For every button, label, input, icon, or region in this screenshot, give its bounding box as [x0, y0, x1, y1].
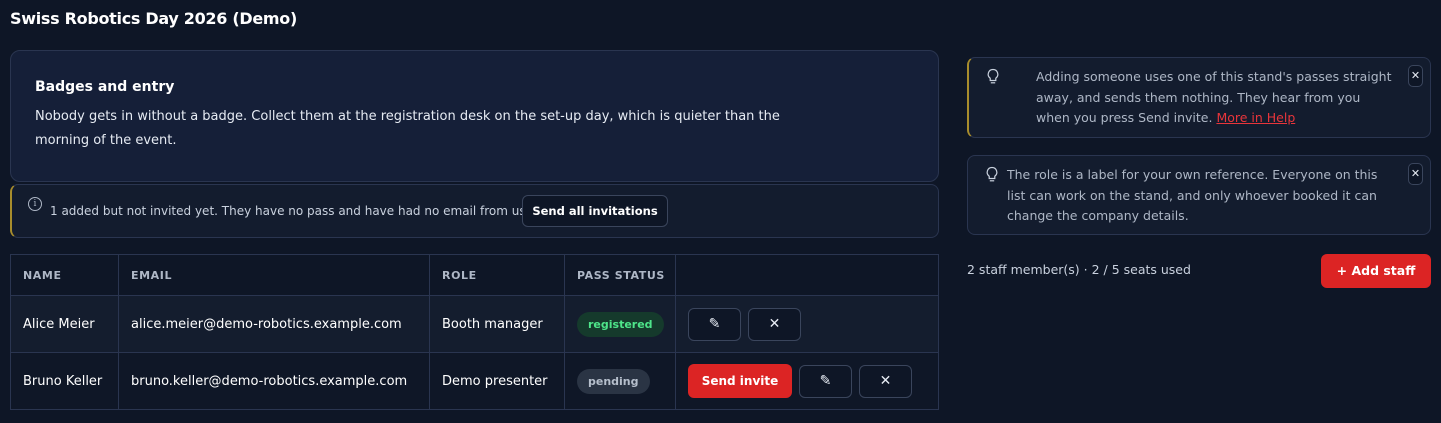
column-header-email: EMAIL [118, 254, 430, 296]
dismiss-tip-button[interactable]: ✕ [1408, 65, 1423, 87]
table-row: Alice Meier alice.meier@demo-robotics.ex… [10, 295, 939, 353]
table-row: Bruno Keller bruno.keller@demo-robotics.… [10, 352, 939, 410]
close-icon: ✕ [879, 372, 892, 389]
tip-text-body: Adding someone uses one of this stand's … [1036, 69, 1392, 125]
page-title: Swiss Robotics Day 2026 (Demo) [10, 9, 297, 28]
remove-button[interactable]: ✕ [748, 307, 801, 341]
staff-role: Booth manager [429, 295, 565, 353]
close-icon: ✕ [768, 315, 781, 332]
pass-status-cell: pending [564, 352, 676, 410]
add-staff-button[interactable]: + Add staff [1321, 254, 1431, 288]
badges-info-card: Badges and entry Nobody gets in without … [10, 50, 939, 182]
seats-summary: 2 staff member(s) · 2 / 5 seats used [967, 262, 1191, 277]
dismiss-tip-button[interactable]: ✕ [1408, 163, 1423, 185]
staff-email: bruno.keller@demo-robotics.example.com [118, 352, 430, 410]
column-header-name: NAME [10, 254, 119, 296]
tip-roles: The role is a label for your own referen… [967, 155, 1431, 235]
column-header-pass-status: PASS STATUS [564, 254, 676, 296]
pencil-icon: ✎ [708, 315, 721, 332]
staff-table: NAME EMAIL ROLE PASS STATUS Alice Meier … [10, 254, 939, 410]
send-invite-button[interactable]: Send invite [688, 364, 792, 398]
pass-status-cell: registered [564, 295, 676, 353]
card-title: Badges and entry [35, 79, 175, 95]
pencil-icon: ✎ [819, 372, 832, 389]
card-body: Nobody gets in without a badge. Collect … [35, 109, 780, 148]
staff-name: Bruno Keller [10, 352, 119, 410]
send-all-invitations-button[interactable]: Send all invitations [522, 195, 668, 227]
tip-passes: Adding someone uses one of this stand's … [967, 57, 1431, 138]
staff-role: Demo presenter [429, 352, 565, 410]
column-header-actions [675, 254, 939, 296]
lightbulb-icon [987, 68, 999, 84]
remove-button[interactable]: ✕ [859, 364, 912, 398]
column-header-role: ROLE [429, 254, 565, 296]
edit-button[interactable]: ✎ [799, 364, 852, 398]
row-actions: ✎ ✕ [675, 295, 939, 353]
status-badge: pending [577, 368, 650, 394]
tip-text: Adding someone uses one of this stand's … [1036, 67, 1396, 129]
table-header-row: NAME EMAIL ROLE PASS STATUS [10, 254, 939, 296]
notice-text: 1 added but not invited yet. They have n… [50, 204, 530, 218]
lightbulb-icon [986, 166, 998, 182]
staff-name: Alice Meier [10, 295, 119, 353]
tip-text: The role is a label for your own referen… [1007, 167, 1378, 223]
row-actions: Send invite ✎ ✕ [675, 352, 939, 410]
staff-email: alice.meier@demo-robotics.example.com [118, 295, 430, 353]
not-invited-notice: i 1 added but not invited yet. They have… [10, 184, 939, 238]
edit-button[interactable]: ✎ [688, 307, 741, 341]
status-badge: registered [577, 311, 664, 337]
more-in-help-link[interactable]: More in Help [1216, 110, 1295, 125]
info-icon: i [28, 197, 42, 211]
